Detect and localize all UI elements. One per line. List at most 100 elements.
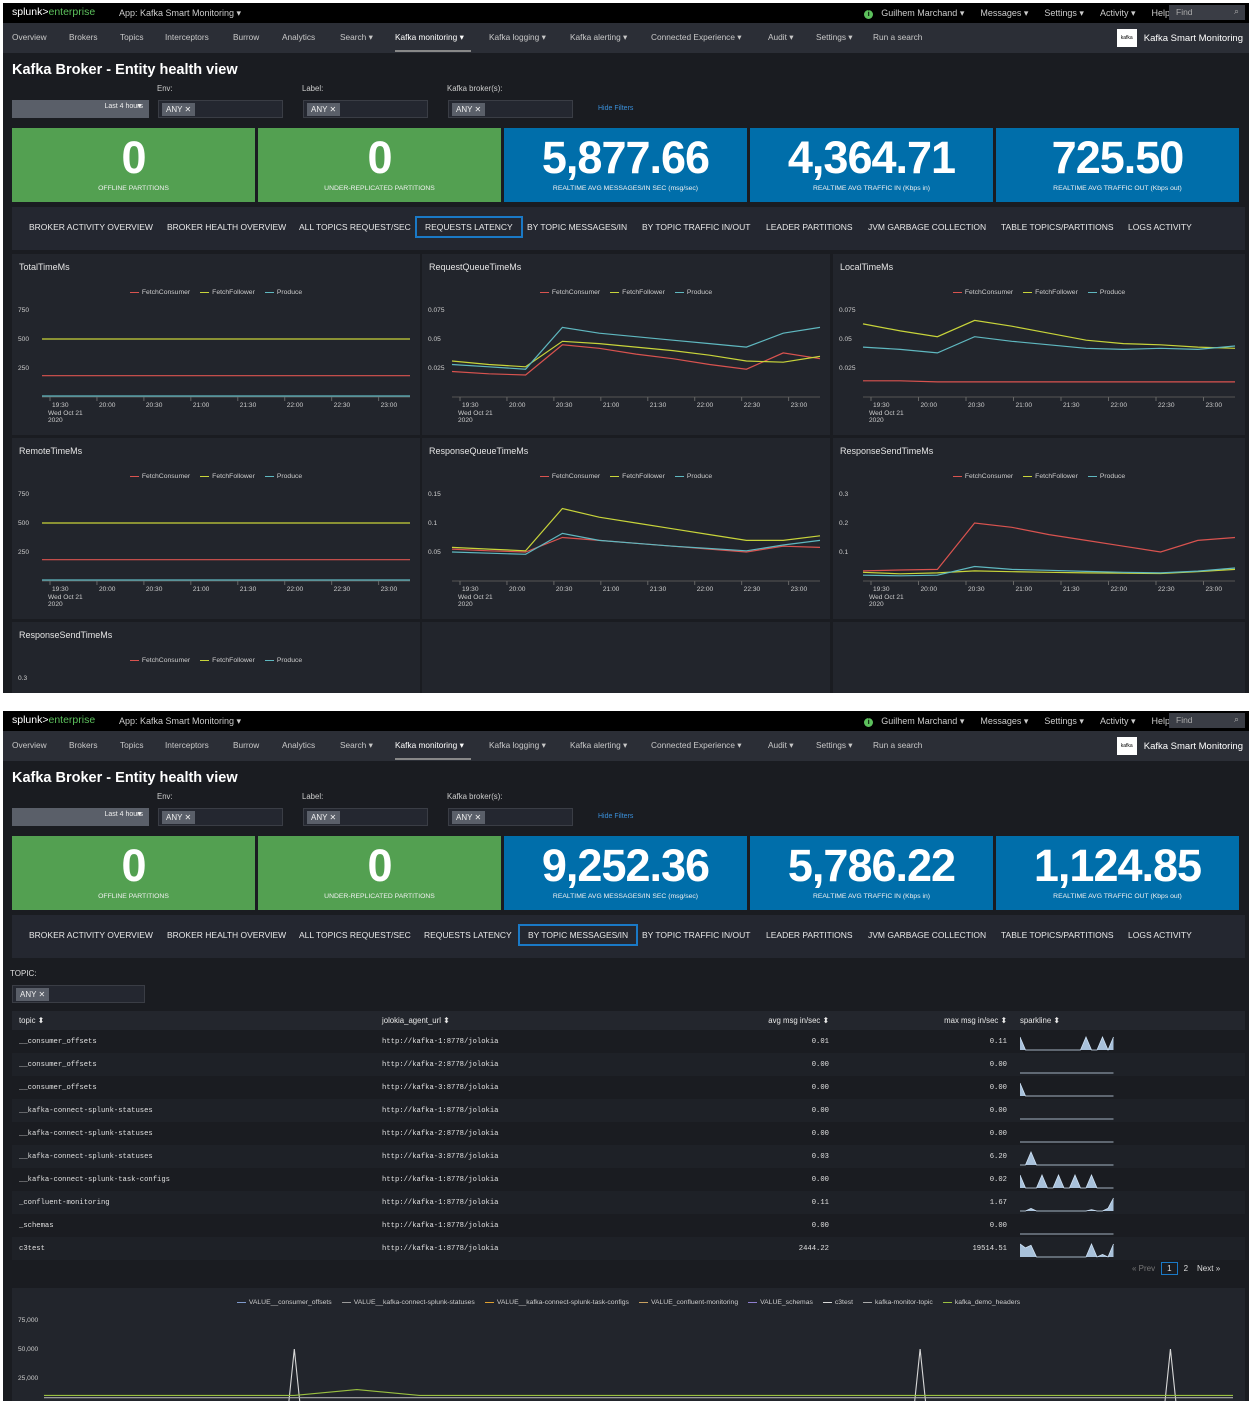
tab-8[interactable]: TABLE TOPICS/PARTITIONS xyxy=(992,924,1123,946)
legend-item-5[interactable]: c3test xyxy=(822,1299,853,1306)
nav-item-7[interactable]: Kafka monitoring ▾ xyxy=(395,32,464,42)
messages-menu[interactable]: Messages ▾ xyxy=(980,716,1028,727)
nav-item-0[interactable]: Overview xyxy=(12,740,47,750)
tab-5[interactable]: BY TOPIC TRAFFIC IN/OUT xyxy=(633,216,759,238)
splunk-logo[interactable]: splunk>enterprise xyxy=(12,714,95,726)
table-row[interactable]: __consumer_offsets http://kafka-1:8778/jo… xyxy=(12,1030,1245,1053)
splunk-logo[interactable]: splunk>enterprise xyxy=(12,6,95,18)
column-header-1[interactable]: jolokia_agent_url ⬍ xyxy=(382,1016,450,1025)
column-header-2[interactable]: avg msg in/sec ⬍ xyxy=(768,1016,829,1025)
nav-item-3[interactable]: Interceptors xyxy=(165,32,209,42)
table-row[interactable]: __kafka-connect-splunk-task-configs http:… xyxy=(12,1168,1245,1191)
messages-menu[interactable]: Messages ▾ xyxy=(980,8,1028,19)
tab-3[interactable]: REQUESTS LATENCY xyxy=(415,216,523,238)
any-chip[interactable]: ANY ✕ xyxy=(162,103,196,116)
app-menu[interactable]: App: Kafka Smart Monitoring ▾ xyxy=(119,716,241,727)
nav-item-6[interactable]: Search ▾ xyxy=(340,740,373,750)
column-header-3[interactable]: max msg in/sec ⬍ xyxy=(944,1016,1007,1025)
tab-4[interactable]: BY TOPIC MESSAGES/IN xyxy=(518,924,639,946)
nav-item-10[interactable]: Connected Experience ▾ xyxy=(651,740,741,750)
table-row[interactable]: __consumer_offsets http://kafka-3:8778/jo… xyxy=(12,1076,1245,1099)
tab-2[interactable]: ALL TOPICS REQUEST/SEC xyxy=(290,216,420,238)
tab-0[interactable]: BROKER ACTIVITY OVERVIEW xyxy=(20,216,162,238)
tab-0[interactable]: BROKER ACTIVITY OVERVIEW xyxy=(20,924,162,946)
any-chip[interactable]: ANY ✕ xyxy=(307,811,341,824)
env-multiselect[interactable]: ANY ✕ xyxy=(158,808,283,826)
env-multiselect[interactable]: ANY ✕ xyxy=(158,100,283,118)
find-input[interactable]: Find ⌕ xyxy=(1169,5,1245,20)
activity-menu[interactable]: Activity ▾ xyxy=(1100,716,1136,727)
kpi-tile-4[interactable]: 725.50 REALTIME AVG TRAFFIC OUT (Kbps out… xyxy=(996,128,1239,202)
tab-4[interactable]: BY TOPIC MESSAGES/IN xyxy=(518,216,636,238)
hide-filters-link[interactable]: Hide Filters xyxy=(598,105,633,112)
tab-7[interactable]: JVM GARBAGE COLLECTION xyxy=(859,216,995,238)
nav-item-4[interactable]: Burrow xyxy=(233,32,259,42)
activity-menu[interactable]: Activity ▾ xyxy=(1100,8,1136,19)
label-multiselect[interactable]: ANY ✕ xyxy=(303,100,428,118)
nav-item-0[interactable]: Overview xyxy=(12,32,47,42)
tab-6[interactable]: LEADER PARTITIONS xyxy=(757,924,862,946)
nav-item-9[interactable]: Kafka alerting ▾ xyxy=(570,740,627,750)
nav-item-13[interactable]: Run a search xyxy=(873,740,922,750)
kpi-tile-1[interactable]: 0 UNDER-REPLICATED PARTITIONS xyxy=(258,128,501,202)
page-2-button[interactable]: 2 xyxy=(1184,1264,1188,1273)
nav-item-12[interactable]: Settings ▾ xyxy=(816,32,852,42)
column-header-4[interactable]: sparkline ⬍ xyxy=(1020,1016,1060,1025)
nav-item-10[interactable]: Connected Experience ▾ xyxy=(651,32,741,42)
nav-item-1[interactable]: Brokers xyxy=(69,740,98,750)
kpi-tile-4[interactable]: 1,124.85 REALTIME AVG TRAFFIC OUT (Kbps o… xyxy=(996,836,1239,910)
nav-item-5[interactable]: Analytics xyxy=(282,740,315,750)
kpi-tile-2[interactable]: 5,877.66 REALTIME AVG MESSAGES/IN SEC (ms… xyxy=(504,128,747,202)
kpi-tile-0[interactable]: 0 OFFLINE PARTITIONS xyxy=(12,836,255,910)
kpi-tile-3[interactable]: 5,786.22 REALTIME AVG TRAFFIC IN (Kbps in… xyxy=(750,836,993,910)
topic-multiselect[interactable]: ANY ✕ xyxy=(12,985,145,1003)
tab-1[interactable]: BROKER HEALTH OVERVIEW xyxy=(158,216,295,238)
table-row[interactable]: _confluent-monitoring http://kafka-1:8778… xyxy=(12,1191,1245,1214)
table-row[interactable]: __kafka-connect-splunk-statuses http://ka… xyxy=(12,1099,1245,1122)
hide-filters-link[interactable]: Hide Filters xyxy=(598,813,633,820)
nav-item-6[interactable]: Search ▾ xyxy=(340,32,373,42)
legend-item-7[interactable]: kafka_demo_headers xyxy=(942,1299,1020,1306)
tab-3[interactable]: REQUESTS LATENCY xyxy=(415,924,521,946)
legend-item-2[interactable]: VALUE__kafka-connect-splunk-task-configs xyxy=(484,1299,629,1306)
nav-item-5[interactable]: Analytics xyxy=(282,32,315,42)
nav-item-11[interactable]: Audit ▾ xyxy=(768,740,793,750)
nav-item-3[interactable]: Interceptors xyxy=(165,740,209,750)
nav-item-11[interactable]: Audit ▾ xyxy=(768,32,793,42)
kpi-tile-2[interactable]: 9,252.36 REALTIME AVG MESSAGES/IN SEC (ms… xyxy=(504,836,747,910)
nav-item-8[interactable]: Kafka logging ▾ xyxy=(489,32,546,42)
nav-item-8[interactable]: Kafka logging ▾ xyxy=(489,740,546,750)
next-page-link[interactable]: Next » xyxy=(1197,1264,1220,1273)
any-chip[interactable]: ANY ✕ xyxy=(452,103,486,116)
legend-item-1[interactable]: VALUE__kafka-connect-splunk-statuses xyxy=(341,1299,475,1306)
nav-item-9[interactable]: Kafka alerting ▾ xyxy=(570,32,627,42)
legend-item-4[interactable]: VALUE_schemas xyxy=(748,1299,813,1306)
nav-item-2[interactable]: Topics xyxy=(120,740,144,750)
prev-page-link[interactable]: « Prev xyxy=(1132,1264,1155,1273)
table-row[interactable]: __consumer_offsets http://kafka-2:8778/jo… xyxy=(12,1053,1245,1076)
tab-7[interactable]: JVM GARBAGE COLLECTION xyxy=(859,924,995,946)
tab-2[interactable]: ALL TOPICS REQUEST/SEC xyxy=(290,924,420,946)
table-row[interactable]: __kafka-connect-splunk-statuses http://ka… xyxy=(12,1145,1245,1168)
nav-item-13[interactable]: Run a search xyxy=(873,32,922,42)
broker-multiselect[interactable]: ANY ✕ xyxy=(448,808,573,826)
find-input[interactable]: Find ⌕ xyxy=(1169,713,1245,728)
any-chip[interactable]: ANY ✕ xyxy=(16,988,50,1001)
nav-item-2[interactable]: Topics xyxy=(120,32,144,42)
user-menu[interactable]: i Guilhem Marchand ▾ xyxy=(864,8,964,19)
table-row[interactable]: __kafka-connect-splunk-statuses http://ka… xyxy=(12,1122,1245,1145)
kpi-tile-1[interactable]: 0 UNDER-REPLICATED PARTITIONS xyxy=(258,836,501,910)
page-1-button[interactable]: 1 xyxy=(1161,1262,1178,1275)
nav-item-7[interactable]: Kafka monitoring ▾ xyxy=(395,740,464,750)
kpi-tile-0[interactable]: 0 OFFLINE PARTITIONS xyxy=(12,128,255,202)
column-header-0[interactable]: topic ⬍ xyxy=(19,1016,44,1025)
nav-item-12[interactable]: Settings ▾ xyxy=(816,740,852,750)
table-row[interactable]: _schemas http://kafka-1:8778/jolokia 0.00 0… xyxy=(12,1214,1245,1237)
legend-item-3[interactable]: VALUE_confluent-monitoring xyxy=(638,1299,738,1306)
tab-9[interactable]: LOGS ACTIVITY xyxy=(1119,924,1201,946)
time-range-picker[interactable]: Last 4 hours ▼ xyxy=(12,100,149,118)
settings-menu[interactable]: Settings ▾ xyxy=(1044,8,1084,19)
any-chip[interactable]: ANY ✕ xyxy=(307,103,341,116)
table-row[interactable]: c3test http://kafka-1:8778/jolokia 2444.22… xyxy=(12,1237,1245,1260)
kpi-tile-3[interactable]: 4,364.71 REALTIME AVG TRAFFIC IN (Kbps in… xyxy=(750,128,993,202)
